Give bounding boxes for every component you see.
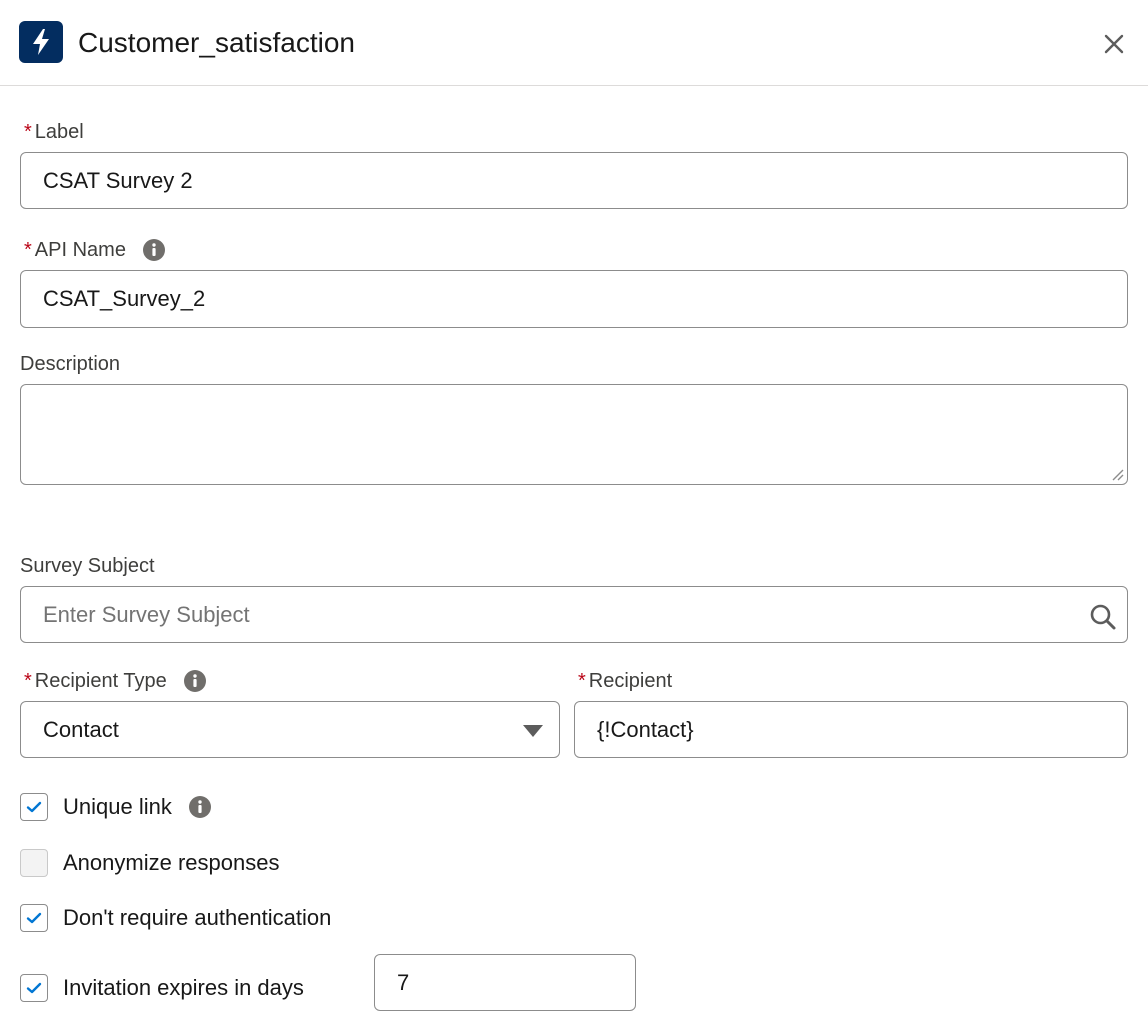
check-icon: [26, 801, 42, 813]
required-marker: *: [24, 239, 32, 261]
description-field-label: Description: [20, 353, 121, 375]
check-icon: [26, 912, 42, 924]
unique-link-label: Unique link: [63, 793, 212, 821]
recipient-type-field-label: * Recipient Type: [24, 669, 207, 693]
anonymize-responses-checkbox[interactable]: [20, 849, 48, 877]
page-title: Customer_satisfaction: [78, 27, 356, 58]
label-field-label: * Label: [24, 121, 84, 143]
survey-subject-input[interactable]: Enter Survey Subject: [20, 586, 1128, 643]
recipient-field-label: * Recipient: [578, 670, 673, 692]
modal-header: Customer_satisfaction: [0, 0, 1148, 86]
survey-subject-placeholder: Enter Survey Subject: [43, 601, 250, 627]
required-marker: *: [24, 121, 32, 143]
recipient-input[interactable]: {!Contact}: [574, 701, 1128, 758]
check-icon: [26, 982, 42, 994]
expires-days-input[interactable]: 7: [374, 954, 636, 1011]
survey-subject-field-label: Survey Subject: [20, 555, 155, 577]
chevron-down-icon: [523, 725, 543, 737]
api-name-field-label: * API Name: [24, 238, 166, 262]
info-icon[interactable]: [183, 669, 207, 693]
description-textarea[interactable]: [20, 384, 1128, 485]
unique-link-checkbox[interactable]: [20, 793, 48, 821]
resize-handle-icon[interactable]: [1110, 467, 1124, 481]
required-marker: *: [24, 670, 32, 692]
no-auth-label: Don't require authentication: [63, 905, 332, 930]
api-name-input[interactable]: CSAT_Survey_2: [20, 270, 1128, 328]
close-icon: [1104, 34, 1124, 54]
close-button[interactable]: [1098, 28, 1130, 60]
anonymize-responses-label: Anonymize responses: [63, 850, 280, 875]
info-icon[interactable]: [188, 795, 212, 819]
label-input[interactable]: CSAT Survey 2: [20, 152, 1128, 209]
no-auth-checkbox[interactable]: [20, 904, 48, 932]
invitation-expires-checkbox[interactable]: [20, 974, 48, 1002]
invitation-expires-label: Invitation expires in days: [63, 975, 304, 1000]
lightning-bolt-icon: [19, 21, 63, 63]
search-icon[interactable]: [1089, 603, 1117, 631]
info-icon[interactable]: [142, 238, 166, 262]
required-marker: *: [578, 670, 586, 692]
recipient-type-select[interactable]: Contact: [20, 701, 560, 758]
